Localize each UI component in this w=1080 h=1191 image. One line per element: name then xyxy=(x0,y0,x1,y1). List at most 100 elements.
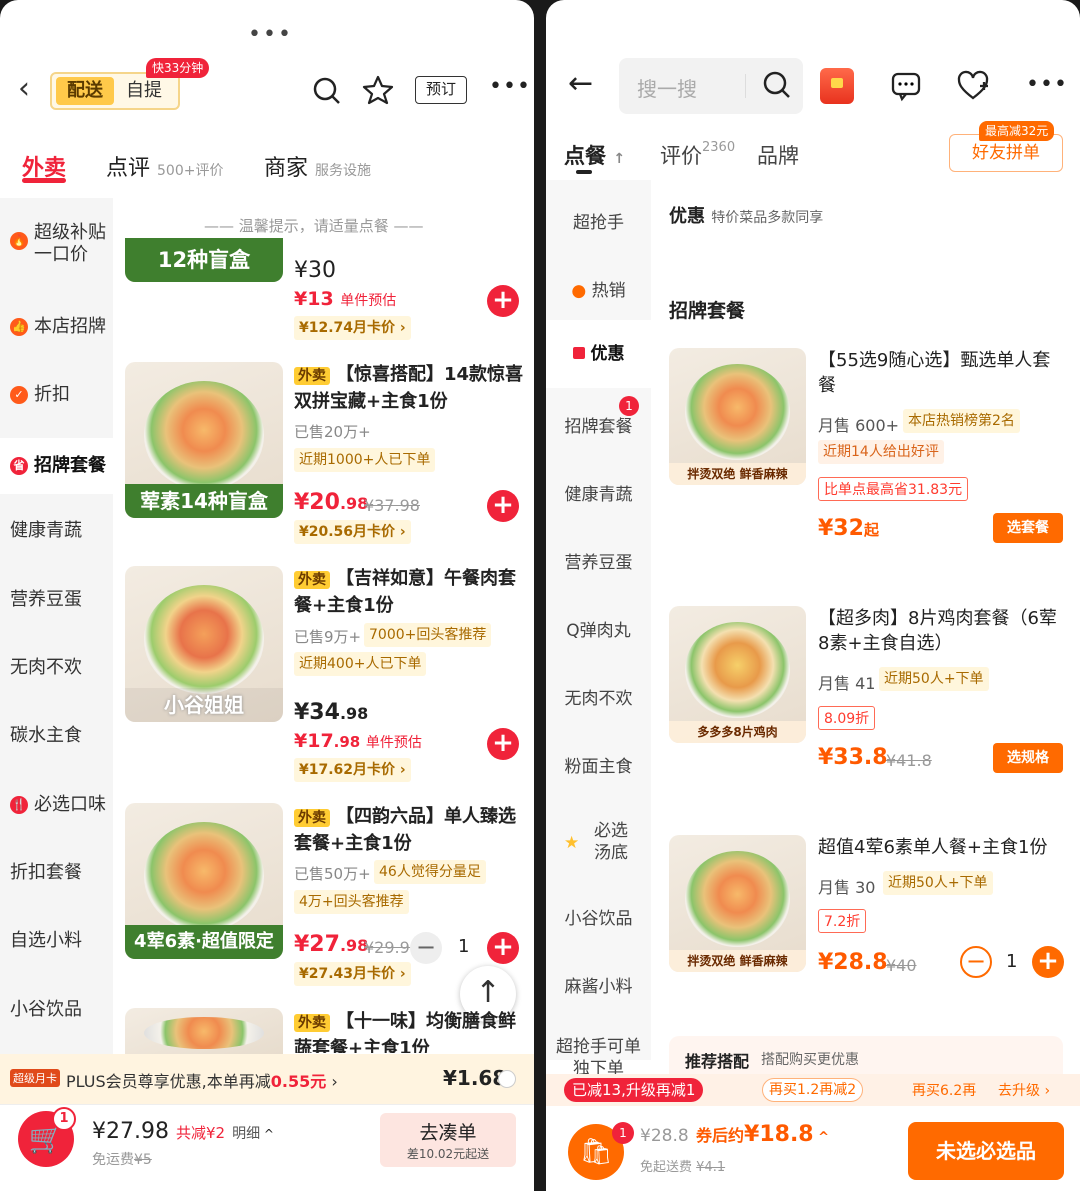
item-image[interactable]: 拌烫双绝 鲜香麻辣 xyxy=(669,348,806,485)
item-title[interactable]: 外卖 【十一味】均衡膳食鲜蔬套餐+主食1份 xyxy=(294,1009,524,1053)
sidebar-item-meat[interactable]: 无肉不欢 xyxy=(0,653,113,679)
item-title[interactable]: 外卖 【四韵六品】单人臻选套餐+主食1份 xyxy=(294,804,524,856)
card-price[interactable]: ¥27.43月卡价 › xyxy=(294,962,411,986)
item-title[interactable]: 外卖 【吉祥如意】午餐肉套餐+主食1份 xyxy=(294,566,524,618)
mode-pickup[interactable]: 自提 xyxy=(126,77,162,105)
mode-delivery[interactable]: 配送 xyxy=(56,77,114,105)
favorite-icon[interactable] xyxy=(956,70,990,102)
sidebar-item-promo[interactable]: 优惠 xyxy=(546,320,651,388)
item-orig-price: ¥37.98 xyxy=(364,496,420,515)
item-price: ¥33.8 xyxy=(818,745,888,770)
item-image[interactable]: 小谷姐姐 xyxy=(125,566,283,722)
add-button[interactable]: + xyxy=(487,490,519,522)
plus-price: ¥1.68 xyxy=(443,1066,507,1090)
back-arrow-icon[interactable]: ← xyxy=(568,66,593,101)
rank-tag: 本店热销榜第2名 xyxy=(903,409,1020,433)
plus-checkbox[interactable] xyxy=(498,1070,516,1088)
sidebar-item-tofu-egg[interactable]: 营养豆蛋 xyxy=(546,548,651,573)
add-button[interactable]: + xyxy=(487,285,519,317)
item-est-price: ¥13 单件预估 xyxy=(294,288,397,310)
reserve-button[interactable]: 预订 xyxy=(415,76,467,104)
tab-merchant[interactable]: 商家 服务设施 xyxy=(264,150,371,182)
more-icon[interactable]: ••• xyxy=(489,74,531,99)
save-tag: 比单点最高省31.83元 xyxy=(818,477,969,501)
sidebar-item-discount-set[interactable]: 折扣套餐 xyxy=(0,858,113,884)
item-title[interactable]: 【超多肉】8片鸡肉套餐（6荤8素+主食自选） xyxy=(818,606,1068,656)
tab-order[interactable]: 点餐 ↑ xyxy=(564,140,625,170)
item-tag: 近期50人+下单 xyxy=(883,871,993,895)
plus-text: PLUS会员尊享优惠,本单再减0.55元 › xyxy=(66,1072,338,1091)
sidebar-item-noodles[interactable]: 粉面主食 xyxy=(546,752,651,777)
card-price[interactable]: ¥17.62月卡价 › xyxy=(294,758,411,782)
card-price[interactable]: ¥12.74月卡价 › xyxy=(294,316,411,340)
item-title[interactable]: 外卖 【惊喜搭配】14款惊喜双拼宝藏+主食1份 xyxy=(294,362,524,414)
sidebar-item-signature-set[interactable]: 省招牌套餐 xyxy=(0,438,113,494)
tab-indicator xyxy=(576,170,592,174)
plus-member-bar[interactable]: 超级月卡 PLUS会员尊享优惠,本单再减0.55元 › ¥1.68 xyxy=(0,1054,534,1104)
choose-spec-button[interactable]: 选规格 xyxy=(993,743,1063,773)
sidebar-item-signature[interactable]: 👍 本店招牌 xyxy=(0,312,113,338)
minus-button[interactable]: − xyxy=(960,946,992,978)
item-image[interactable]: 12种盲盒 xyxy=(125,238,283,282)
sidebar-item-drinks[interactable]: 小谷饮品 xyxy=(546,904,651,929)
cart-count: 1 xyxy=(612,1122,634,1144)
add-button[interactable]: + xyxy=(487,932,519,964)
checkout-add-button[interactable]: 去凑单 差10.02元起送 xyxy=(380,1113,516,1167)
more-icon[interactable]: ••• xyxy=(1026,72,1068,97)
sidebar-item-drinks[interactable]: 小谷饮品 xyxy=(0,995,113,1021)
add-button[interactable]: + xyxy=(487,728,519,760)
sidebar-item-super-subsidy[interactable]: 🔥 超级补贴一口价 xyxy=(0,222,113,266)
star-icon[interactable] xyxy=(362,74,394,106)
promo-progress-bar[interactable]: 已减13,升级再减1 再买1.2再减2 再买6.2再 去升级 › xyxy=(546,1074,1080,1106)
item-title[interactable]: 超值4荤6素单人餐+主食1份 xyxy=(818,835,1070,860)
sidebar-item-signature-set[interactable]: 招牌套餐 xyxy=(546,412,651,437)
item-image[interactable] xyxy=(125,1008,283,1054)
item-orig-price: ¥41.8 xyxy=(886,751,932,770)
sidebar-item-discount[interactable]: ✓ 折扣 xyxy=(0,380,113,406)
sidebar-item-carbs[interactable]: 碳水主食 xyxy=(0,721,113,747)
search-box[interactable]: 搜一搜 xyxy=(619,58,803,114)
sidebar-item-meat[interactable]: 无肉不欢 xyxy=(546,684,651,709)
item-image[interactable]: 拌烫双绝 鲜香麻辣 xyxy=(669,835,806,972)
choose-set-button[interactable]: 选套餐 xyxy=(993,513,1063,543)
card-price[interactable]: ¥20.56月卡价 › xyxy=(294,520,411,544)
cart-bar: 🛒 1 ¥27.98 共减¥2 明细 ^ 免运费¥5 去凑单 差10.02元起送 xyxy=(0,1104,534,1191)
sidebar-item-greens[interactable]: 健康青蔬 xyxy=(546,480,651,505)
checkout-button[interactable]: 未选必选品 xyxy=(908,1122,1064,1180)
item-tag: 7000+回头客推荐 xyxy=(364,623,492,647)
super-card-tag: 超级月卡 xyxy=(10,1069,60,1087)
window-more-dots[interactable]: ••• xyxy=(248,22,293,47)
search-icon[interactable] xyxy=(762,70,792,100)
item-image[interactable]: 荤素14种盲盒 xyxy=(125,362,283,518)
sidebar-item-best-seller[interactable]: ● 热销 xyxy=(546,276,651,301)
sidebar-item-soup-base[interactable]: ★ 必选汤底 xyxy=(546,820,651,864)
left-store-panel: ••• ‹ 配送 自提 快33分钟 预订 ••• 外卖 点评 500+评价 商家… xyxy=(0,0,534,1191)
tab-reviews[interactable]: 点评 500+评价 xyxy=(106,150,223,182)
upgrade-link[interactable]: 去升级 › xyxy=(998,1080,1050,1100)
recommend-section[interactable]: 推荐搭配 搭配购买更优惠 xyxy=(669,1036,1063,1076)
sidebar-item-flavor[interactable]: 🍴 必选口味 xyxy=(0,790,113,816)
sidebar-item-meatballs[interactable]: Q弹肉丸 xyxy=(546,616,651,641)
speed-badge: 快33分钟 xyxy=(146,58,210,78)
tab-reviews[interactable]: 评价2360 xyxy=(660,140,735,170)
item-image[interactable]: 多多多8片鸡肉 xyxy=(669,606,806,743)
cart-total: ¥28.8 xyxy=(640,1126,689,1146)
discount-tag: 8.09折 xyxy=(818,706,876,730)
item-title[interactable]: 【55选9随心选】甄选单人套餐 xyxy=(818,348,1068,398)
back-icon[interactable]: ‹ xyxy=(18,74,30,104)
search-icon[interactable] xyxy=(312,76,342,106)
item-tag: 近期400+人已下单 xyxy=(294,652,427,676)
red-packet-icon[interactable] xyxy=(820,68,854,104)
item-qty: 1 xyxy=(1006,951,1018,972)
item-image[interactable]: 4荤6素·超值限定 xyxy=(125,803,283,959)
sidebar-item-hot-pick[interactable]: 超抢手 xyxy=(546,208,651,233)
sidebar-item-sauces[interactable]: 麻酱小料 xyxy=(546,972,651,997)
sidebar-item-tofu-egg[interactable]: 营养豆蛋 xyxy=(0,585,113,611)
sidebar-item-greens[interactable]: 健康青蔬 xyxy=(0,516,113,542)
message-icon[interactable] xyxy=(890,70,922,102)
sidebar-item-toppings[interactable]: 自选小料 xyxy=(0,926,113,952)
minus-button[interactable]: − xyxy=(410,932,442,964)
tab-brand[interactable]: 品牌 xyxy=(757,140,799,170)
category-sidebar: 超抢手 ● 热销 优惠 招牌套餐 1 健康青蔬 营养豆蛋 Q弹肉丸 无肉不欢 粉… xyxy=(546,180,651,1079)
add-button[interactable]: + xyxy=(1032,946,1064,978)
